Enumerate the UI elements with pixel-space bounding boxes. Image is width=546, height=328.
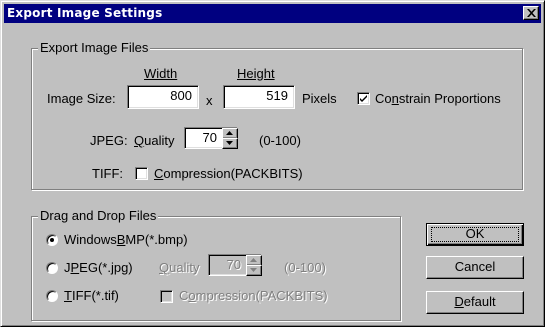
cancel-label: Cancel: [454, 259, 496, 274]
constrain-proportions-label[interactable]: Constrain Proportions: [375, 91, 501, 107]
height-input[interactable]: 519: [223, 85, 295, 109]
dd-quality-label: Quality: [159, 260, 200, 275]
ok-button[interactable]: OK: [426, 223, 524, 246]
tiff-radio[interactable]: [46, 290, 58, 302]
focus-rect: [431, 227, 519, 242]
bmp-radio-label[interactable]: WindowsBMP(*.bmp): [64, 232, 188, 248]
arrow-up-icon: [226, 131, 233, 135]
quality-range-label: (0-100): [259, 133, 301, 148]
drag-drop-files-legend: Drag and Drop Files: [38, 208, 159, 224]
quality-down-button[interactable]: [222, 138, 238, 149]
arrow-down-icon: [250, 268, 257, 272]
tiff-radio-label[interactable]: TIFF(*.tif): [64, 288, 119, 304]
height-header: Height: [237, 66, 275, 81]
close-button[interactable]: [523, 6, 539, 20]
constrain-proportions-checkbox[interactable]: [357, 92, 370, 105]
jpeg-label: JPEG:: [90, 133, 128, 148]
quality-value: 70: [202, 130, 217, 145]
export-image-settings-dialog: Export Image Settings Export Image Files…: [0, 0, 545, 327]
pixels-label: Pixels: [302, 91, 337, 106]
cancel-button[interactable]: Cancel: [426, 256, 524, 279]
tiff-label: TIFF:: [92, 166, 124, 181]
dd-compression-label[interactable]: Compression(PACKBITS): [179, 288, 328, 304]
dd-compression-checkbox[interactable]: [160, 290, 173, 303]
window-title: Export Image Settings: [7, 6, 163, 20]
dd-quality-down-button[interactable]: [246, 265, 262, 276]
radio-selected-dot: [50, 238, 54, 242]
width-header: Width: [144, 66, 178, 81]
title-bar[interactable]: Export Image Settings: [4, 4, 541, 23]
quality-label: Quality: [134, 133, 175, 148]
times-label: x: [206, 93, 213, 108]
width-input[interactable]: 800: [127, 85, 199, 109]
checkmark-icon: [360, 95, 367, 102]
jpeg-radio[interactable]: [46, 262, 58, 274]
default-button[interactable]: Default: [426, 291, 524, 314]
close-x-icon: [527, 9, 536, 17]
image-size-label: Image Size:: [47, 91, 116, 106]
compression-label[interactable]: Compression(PACKBITS): [154, 166, 303, 182]
default-label: Default: [454, 294, 496, 309]
jpeg-radio-label[interactable]: JPEG(*.jpg): [64, 260, 133, 276]
dd-quality-value: 70: [226, 257, 241, 272]
width-value: 800: [170, 88, 192, 103]
height-value: 519: [266, 88, 288, 103]
export-image-files-legend: Export Image Files: [38, 40, 151, 56]
compression-checkbox[interactable]: [135, 167, 148, 180]
arrow-up-icon: [250, 258, 257, 262]
arrow-down-icon: [226, 141, 233, 145]
bmp-radio[interactable]: [46, 234, 58, 246]
dd-quality-range-label: (0-100): [284, 260, 326, 275]
